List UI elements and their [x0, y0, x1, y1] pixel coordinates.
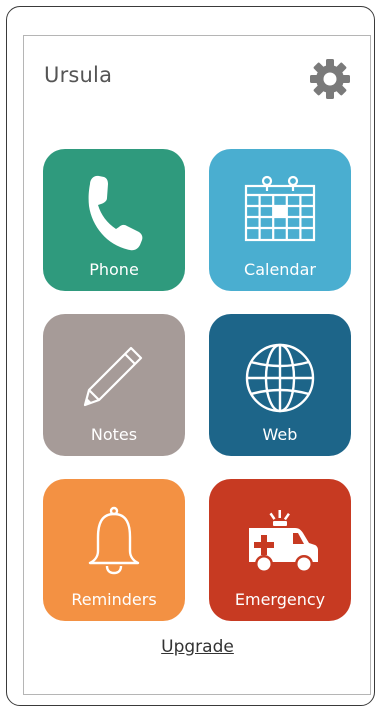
calendar-icon — [244, 175, 316, 242]
calendar-label: Calendar — [244, 260, 316, 279]
notes-tile[interactable]: Notes — [43, 314, 185, 456]
upgrade-link[interactable]: Upgrade — [0, 637, 380, 657]
settings-button[interactable] — [309, 58, 351, 100]
web-tile[interactable]: Web — [209, 314, 351, 456]
ambulance-icon — [249, 510, 318, 573]
emergency-label: Emergency — [234, 590, 326, 609]
reminders-label: Reminders — [71, 590, 157, 609]
web-label: Web — [262, 425, 298, 444]
pencil-icon — [83, 346, 143, 407]
notes-label: Notes — [90, 425, 138, 444]
globe-icon — [245, 343, 315, 413]
bell-icon — [88, 506, 140, 575]
calendar-tile[interactable]: Calendar — [209, 149, 351, 291]
phone-tile[interactable]: Phone — [43, 149, 185, 291]
reminders-tile[interactable]: Reminders — [43, 479, 185, 621]
emergency-tile[interactable]: Emergency — [209, 479, 351, 621]
phone-icon — [88, 175, 143, 251]
user-name: Ursula — [44, 63, 113, 87]
gear-icon — [310, 59, 350, 99]
phone-label: Phone — [89, 260, 139, 279]
